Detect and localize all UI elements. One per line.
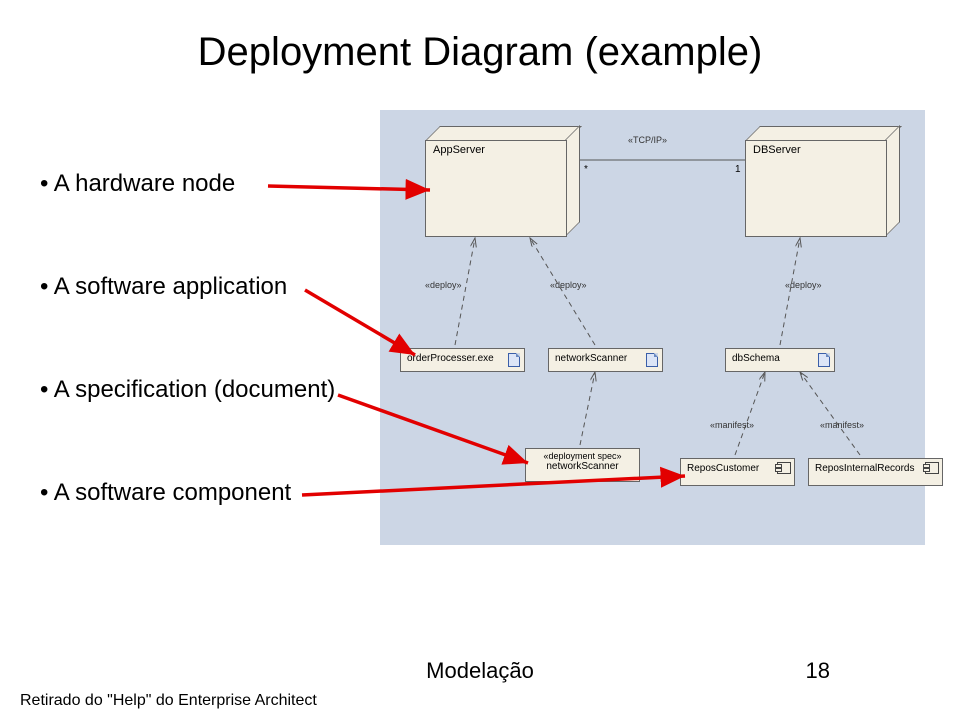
edge-deploy-2: «deploy»	[550, 280, 587, 290]
page-number: 18	[806, 658, 830, 684]
artifact-dbschema-label: dbSchema	[732, 353, 780, 364]
edge-deploy-1: «deploy»	[425, 280, 462, 290]
component-reposcustomer: ReposCustomer	[680, 458, 795, 486]
attribution: Retirado do "Help" do Enterprise Archite…	[20, 692, 317, 710]
component-reposinternalrecords-label: ReposInternalRecords	[815, 463, 915, 474]
bullet-software-application: A software application	[40, 273, 335, 301]
edge-deploy-3: «deploy»	[785, 280, 822, 290]
bullet-software-component: A software component	[40, 479, 335, 507]
bullet-specification-document: A specification (document)	[40, 376, 335, 404]
artifact-dbschema: dbSchema	[725, 348, 835, 372]
node-dbserver-label: DBServer	[753, 144, 801, 156]
deployment-diagram-panel: AppServer DBServer «TCP/IP» * 1 orderPro…	[380, 110, 925, 545]
component-reposinternalrecords: ReposInternalRecords	[808, 458, 943, 486]
edge-manifest-2: «manifest»	[820, 420, 864, 430]
assoc-mult-left: *	[584, 164, 588, 175]
artifact-networkscanner: networkScanner	[548, 348, 663, 372]
assoc-mult-right: 1	[735, 164, 741, 175]
slide-title: Deployment Diagram (example)	[0, 30, 960, 75]
artifact-orderprocesser: orderProcesser.exe	[400, 348, 525, 372]
component-reposcustomer-label: ReposCustomer	[687, 463, 759, 474]
bullet-hardware-node: A hardware node	[40, 170, 335, 198]
component-icon	[925, 462, 939, 474]
bullet-list: A hardware node A software application A…	[40, 170, 335, 582]
assoc-stereotype: «TCP/IP»	[628, 135, 667, 145]
document-icon	[508, 353, 520, 367]
node-appserver-label: AppServer	[433, 144, 485, 156]
artifact-orderprocesser-label: orderProcesser.exe	[407, 353, 494, 364]
spec-label: networkScanner	[546, 461, 618, 472]
edge-manifest-1: «manifest»	[710, 420, 754, 430]
artifact-networkscanner-label: networkScanner	[555, 353, 627, 364]
document-icon	[646, 353, 658, 367]
document-icon	[818, 353, 830, 367]
deployment-spec-networkscanner: «deployment spec» networkScanner	[525, 448, 640, 482]
spec-stereotype: «deployment spec»	[532, 451, 633, 461]
component-icon	[777, 462, 791, 474]
